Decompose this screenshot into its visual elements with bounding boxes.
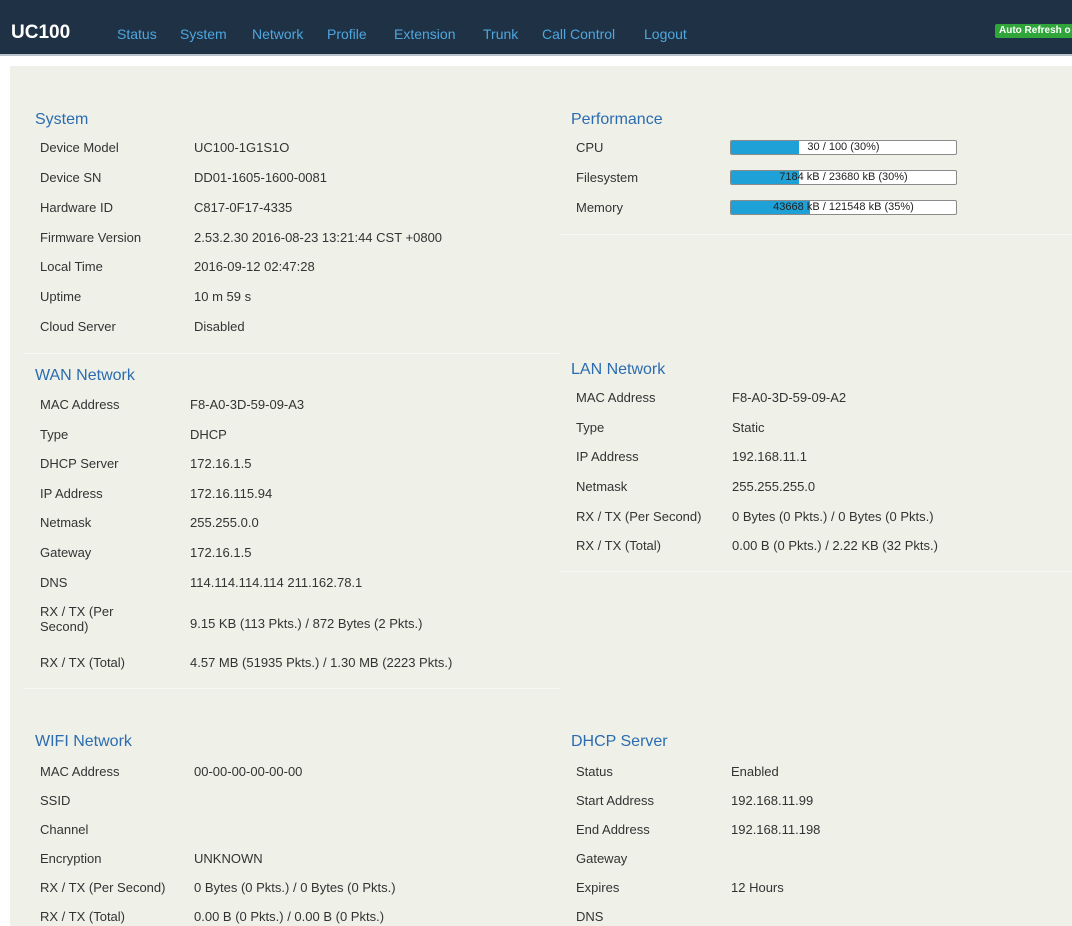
system-value: 2.53.2.30 2016-08-23 13:21:44 CST +0800 — [194, 230, 443, 245]
wan-label: Type — [40, 427, 69, 442]
lan-value: Static — [732, 420, 765, 435]
system-label: Local Time — [40, 259, 103, 274]
nav-call-control[interactable]: Call Control — [542, 26, 615, 42]
dhcp-label: DNS — [576, 909, 604, 924]
dhcp-value: 12 Hours — [731, 880, 784, 895]
section-divider — [24, 353, 560, 354]
lan-value: 192.168.11.1 — [732, 449, 807, 464]
lan-value: F8-A0-3D-59-09-A2 — [732, 390, 847, 405]
system-label: Hardware ID — [40, 200, 113, 215]
system-label: Device SN — [40, 170, 102, 185]
wan-value: F8-A0-3D-59-09-A3 — [190, 397, 305, 412]
auto-refresh-toggle[interactable]: Auto Refresh o — [995, 24, 1072, 38]
system-label: Cloud Server — [40, 319, 116, 334]
lan-title: LAN Network — [571, 361, 666, 378]
system-label: Firmware Version — [40, 230, 142, 245]
system-value: 10 m 59 s — [194, 289, 252, 304]
lan-label: Type — [576, 420, 605, 435]
wifi-label: MAC Address — [40, 764, 120, 779]
performance-label: Filesystem — [576, 170, 639, 185]
wan-value: 172.16.1.5 — [190, 545, 252, 560]
lan-label: Netmask — [576, 479, 628, 494]
wifi-value: 0 Bytes (0 Pkts.) / 0 Bytes (0 Pkts.) — [194, 880, 396, 895]
wan-label: DNS — [40, 575, 68, 590]
lan-label: RX / TX (Per Second) — [576, 509, 702, 524]
lan-label: RX / TX (Total) — [576, 538, 662, 553]
wan-label: RX / TX (Per Second) — [40, 604, 114, 634]
performance-label: CPU — [576, 140, 604, 155]
dhcp-label: End Address — [576, 822, 650, 837]
nav-network[interactable]: Network — [252, 26, 303, 42]
wan-value: 172.16.115.94 — [190, 486, 273, 501]
wifi-label: RX / TX (Per Second) — [40, 880, 166, 895]
performance-label: Memory — [576, 200, 623, 215]
nav-logout[interactable]: Logout — [644, 26, 687, 42]
cpu-usage-text: 30 / 100 (30%) — [807, 141, 880, 153]
filesystem-usage-text: 7184 kB / 23680 kB (30%) — [779, 171, 908, 183]
wifi-label: RX / TX (Total) — [40, 909, 126, 924]
wan-label: DHCP Server — [40, 456, 119, 471]
system-value: DD01-1605-1600-0081 — [194, 170, 327, 185]
wan-value: 4.57 MB (51935 Pkts.) / 1.30 MB (2223 Pk… — [190, 655, 453, 670]
filesystem-usage-bar: 7184 kB / 23680 kB (30%) — [730, 170, 957, 185]
dhcp-value: 192.168.11.99 — [731, 793, 814, 808]
system-value: C817-0F17-4335 — [194, 200, 293, 215]
wan-value: 255.255.0.0 — [190, 515, 259, 530]
wan-title: WAN Network — [35, 367, 135, 384]
wifi-label: Encryption — [40, 851, 102, 866]
lan-value: 255.255.255.0 — [732, 479, 816, 494]
wan-value: 172.16.1.5 — [190, 456, 252, 471]
wifi-value: UNKNOWN — [194, 851, 263, 866]
nav-trunk[interactable]: Trunk — [483, 26, 518, 42]
status-content — [10, 66, 1072, 926]
wifi-label: Channel — [40, 822, 89, 837]
top-navbar: UC100 Status System Network Profile Exte… — [0, 0, 1072, 56]
cpu-usage-bar: 30 / 100 (30%) — [730, 140, 957, 155]
nav-profile[interactable]: Profile — [327, 26, 367, 42]
wan-label: Netmask — [40, 515, 92, 530]
wan-label: IP Address — [40, 486, 103, 501]
memory-usage-bar: 43668 kB / 121548 kB (35%) — [730, 200, 957, 215]
wan-value: 9.15 KB (113 Pkts.) / 872 Bytes (2 Pkts.… — [190, 616, 423, 631]
nav-status[interactable]: Status — [117, 26, 157, 42]
lan-label: MAC Address — [576, 390, 656, 405]
wan-value: DHCP — [190, 427, 227, 442]
dhcp-title: DHCP Server — [571, 733, 668, 750]
wifi-value: 00-00-00-00-00-00 — [194, 764, 303, 779]
section-divider — [560, 571, 1072, 572]
dhcp-label: Status — [576, 764, 613, 779]
dhcp-value: 192.168.11.198 — [731, 822, 821, 837]
performance-title: Performance — [571, 111, 663, 128]
wan-value: 114.114.114.114 211.162.78.1 — [190, 575, 363, 590]
section-divider — [560, 234, 1072, 235]
nav-system[interactable]: System — [180, 26, 227, 42]
section-divider — [24, 688, 560, 689]
lan-label: IP Address — [576, 449, 639, 464]
system-value: 2016-09-12 02:47:28 — [194, 259, 315, 274]
wifi-label: SSID — [40, 793, 71, 808]
lan-value: 0 Bytes (0 Pkts.) / 0 Bytes (0 Pkts.) — [732, 509, 934, 524]
wifi-title: WIFI Network — [35, 733, 132, 750]
memory-usage-text: 43668 kB / 121548 kB (35%) — [773, 201, 914, 213]
system-value: Disabled — [194, 319, 245, 334]
dhcp-value: Enabled — [731, 764, 779, 779]
wifi-value: 0.00 B (0 Pkts.) / 0.00 B (0 Pkts.) — [194, 909, 385, 924]
dhcp-label: Start Address — [576, 793, 655, 808]
system-label: Uptime — [40, 289, 82, 304]
system-title: System — [35, 111, 89, 128]
brand-logo: UC100 — [11, 22, 71, 43]
lan-value: 0.00 B (0 Pkts.) / 2.22 KB (32 Pkts.) — [732, 538, 938, 553]
dhcp-label: Expires — [576, 880, 620, 895]
nav-extension[interactable]: Extension — [394, 26, 455, 42]
wan-label: MAC Address — [40, 397, 120, 412]
dhcp-label: Gateway — [576, 851, 628, 866]
wan-label: Gateway — [40, 545, 92, 560]
system-value: UC100-1G1S1O — [194, 140, 290, 155]
system-label: Device Model — [40, 140, 119, 155]
wan-label: RX / TX (Total) — [40, 655, 126, 670]
